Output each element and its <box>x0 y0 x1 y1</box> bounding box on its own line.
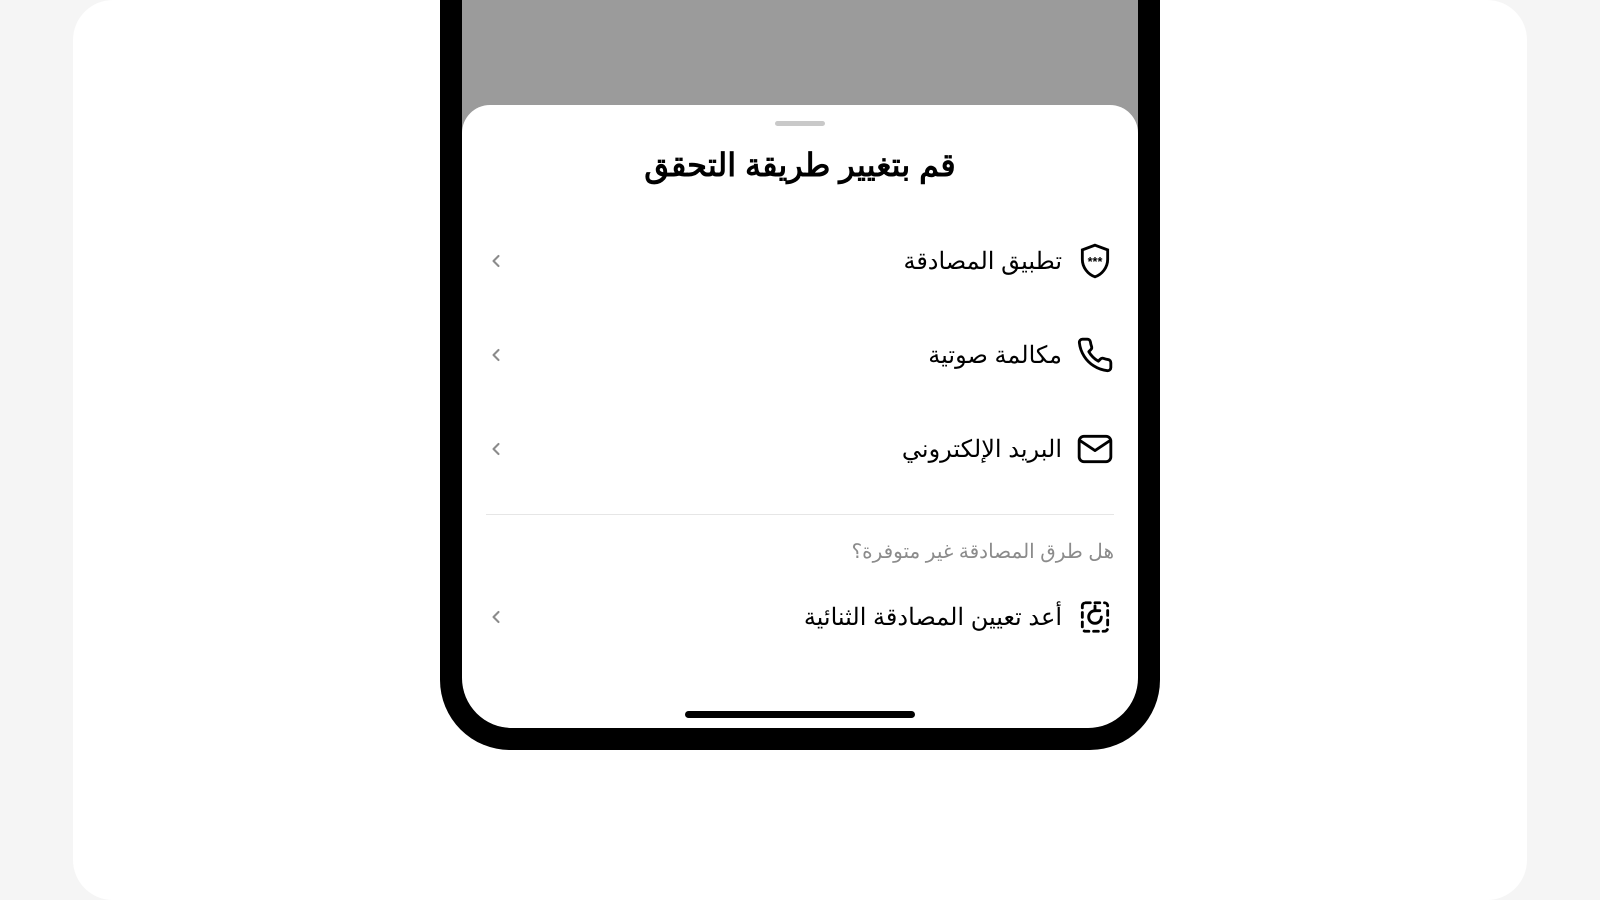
mail-icon <box>1076 430 1114 468</box>
option-label: البريد الإلكتروني <box>506 435 1062 464</box>
chevron-left-icon <box>486 345 506 365</box>
home-indicator[interactable] <box>685 711 915 718</box>
unavailable-prompt: هل طرق المصادقة غير متوفرة؟ <box>462 515 1138 570</box>
option-voice-call[interactable]: مكالمة صوتية <box>462 308 1138 402</box>
chevron-left-icon <box>486 251 506 271</box>
verification-sheet: قم بتغيير طريقة التحقق *** تطبيق المصادق… <box>462 105 1138 728</box>
sheet-title: قم بتغيير طريقة التحقق <box>462 146 1138 184</box>
option-reset-2fa[interactable]: أعد تعيين المصادقة الثنائية <box>462 570 1138 664</box>
phone-frame: قم بتغيير طريقة التحقق *** تطبيق المصادق… <box>440 0 1160 750</box>
phone-icon <box>1076 336 1114 374</box>
option-email[interactable]: البريد الإلكتروني <box>462 402 1138 496</box>
option-authenticator-app[interactable]: *** تطبيق المصادقة <box>462 214 1138 308</box>
reset-icon <box>1076 598 1114 636</box>
outer-card: قم بتغيير طريقة التحقق *** تطبيق المصادق… <box>73 0 1527 900</box>
svg-text:***: *** <box>1088 255 1103 269</box>
option-label: مكالمة صوتية <box>506 341 1062 370</box>
phone-screen: قم بتغيير طريقة التحقق *** تطبيق المصادق… <box>462 0 1138 728</box>
option-label: أعد تعيين المصادقة الثنائية <box>506 603 1062 632</box>
option-label: تطبيق المصادقة <box>506 247 1062 276</box>
chevron-left-icon <box>486 439 506 459</box>
chevron-left-icon <box>486 607 506 627</box>
drag-handle[interactable] <box>775 121 825 126</box>
shield-stars-icon: *** <box>1076 242 1114 280</box>
